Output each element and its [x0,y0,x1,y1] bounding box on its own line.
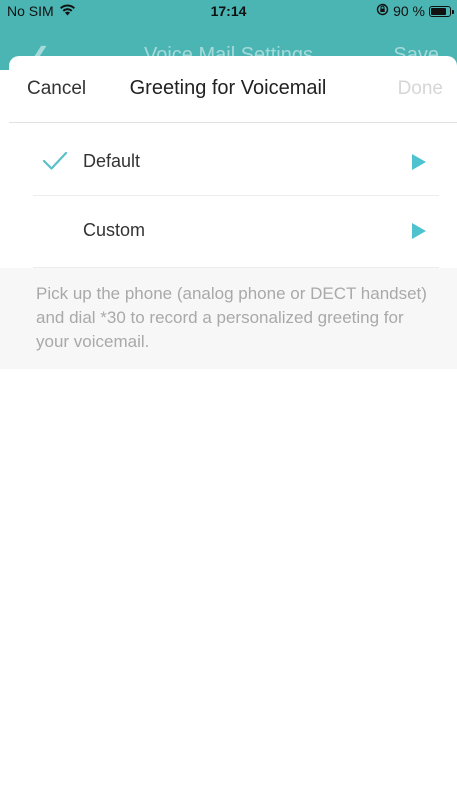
sheet-header: Cancel Greeting for Voicemail Done [9,56,457,123]
checkmark-icon [42,151,68,171]
orientation-lock-icon [376,3,389,19]
screen: No SIM 17:14 90 % Voice Mail Settings Sa… [0,0,457,802]
done-button[interactable]: Done [398,78,443,100]
battery-icon [429,5,454,17]
option-custom[interactable]: Custom [33,196,439,268]
play-icon[interactable] [411,153,427,171]
option-label: Default [83,151,141,171]
option-default[interactable]: Default [33,123,439,196]
greeting-sheet: Cancel Greeting for Voicemail Done Defau… [0,56,457,802]
info-text: Pick up the phone (analog phone or DECT … [0,268,457,369]
status-right: 90 % [376,3,454,19]
battery-percent: 90 % [393,3,425,19]
battery-fill [431,7,446,15]
greeting-option-list: Default Custom [9,123,457,268]
option-label: Custom [83,220,146,240]
play-icon[interactable] [411,222,427,240]
status-bar: No SIM 17:14 90 % [0,0,457,22]
battery-tip [452,9,454,14]
sheet-title: Greeting for Voicemail [129,77,327,99]
